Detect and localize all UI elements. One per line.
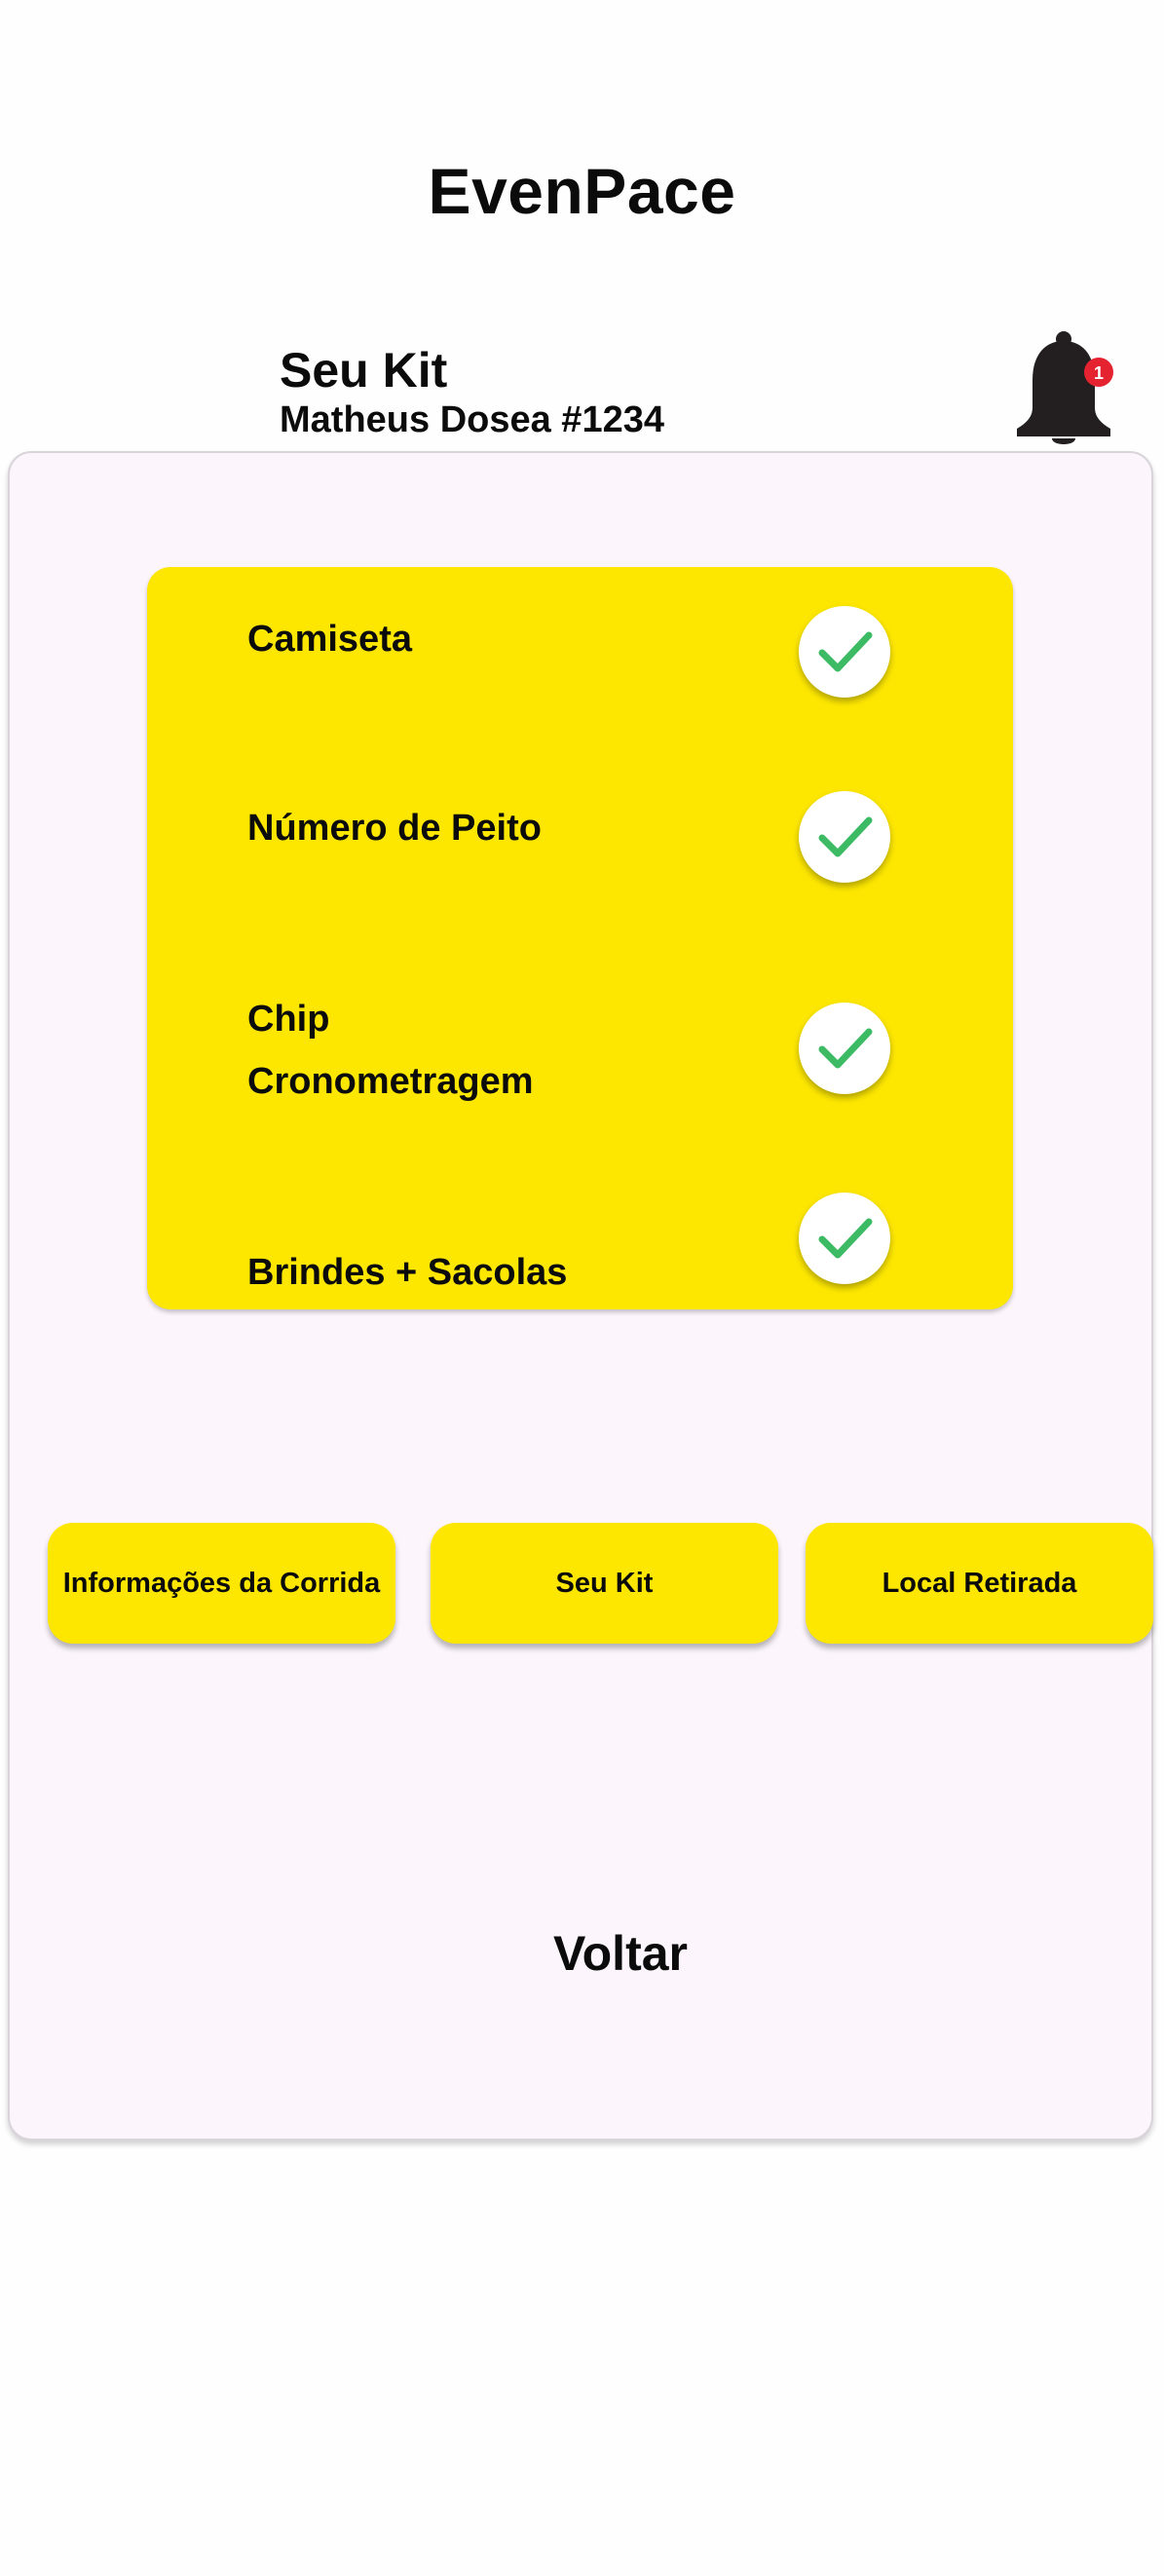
kit-button[interactable]: Seu Kit [431, 1523, 778, 1644]
kit-item-label-numero-de-peito: Número de Peito [247, 808, 542, 849]
kit-checklist-panel [147, 567, 1013, 1309]
kit-item-check-numero-de-peito[interactable] [799, 791, 890, 883]
kit-item-label-camiseta: Camiseta [247, 619, 412, 660]
race-info-button[interactable]: Informações da Corrida [48, 1523, 395, 1644]
back-button[interactable]: Voltar [429, 1914, 812, 1992]
page-title: Seu Kit [280, 343, 448, 398]
kit-item-label-cronometragem: Cronometragem [247, 1061, 534, 1102]
notifications-button[interactable]: 1 [1013, 329, 1120, 448]
user-name-and-bib: Matheus Dosea #1234 [280, 399, 664, 440]
kit-item-check-brindes-sacolas[interactable] [799, 1193, 890, 1284]
kit-item-label-brindes-sacolas: Brindes + Sacolas [247, 1252, 568, 1293]
app-title: EvenPace [428, 155, 736, 227]
pickup-location-button[interactable]: Local Retirada [806, 1523, 1153, 1644]
checkmark-icon [818, 1218, 873, 1259]
checkmark-icon [818, 816, 873, 857]
notification-count: 1 [1094, 363, 1104, 383]
kit-item-label-chip: Chip [247, 999, 330, 1040]
checkmark-icon [818, 631, 873, 672]
bell-icon: 1 [1017, 331, 1113, 444]
kit-item-check-camiseta[interactable] [799, 606, 890, 698]
kit-item-check-chip-cronometragem[interactable] [799, 1003, 890, 1094]
checkmark-icon [818, 1028, 873, 1069]
